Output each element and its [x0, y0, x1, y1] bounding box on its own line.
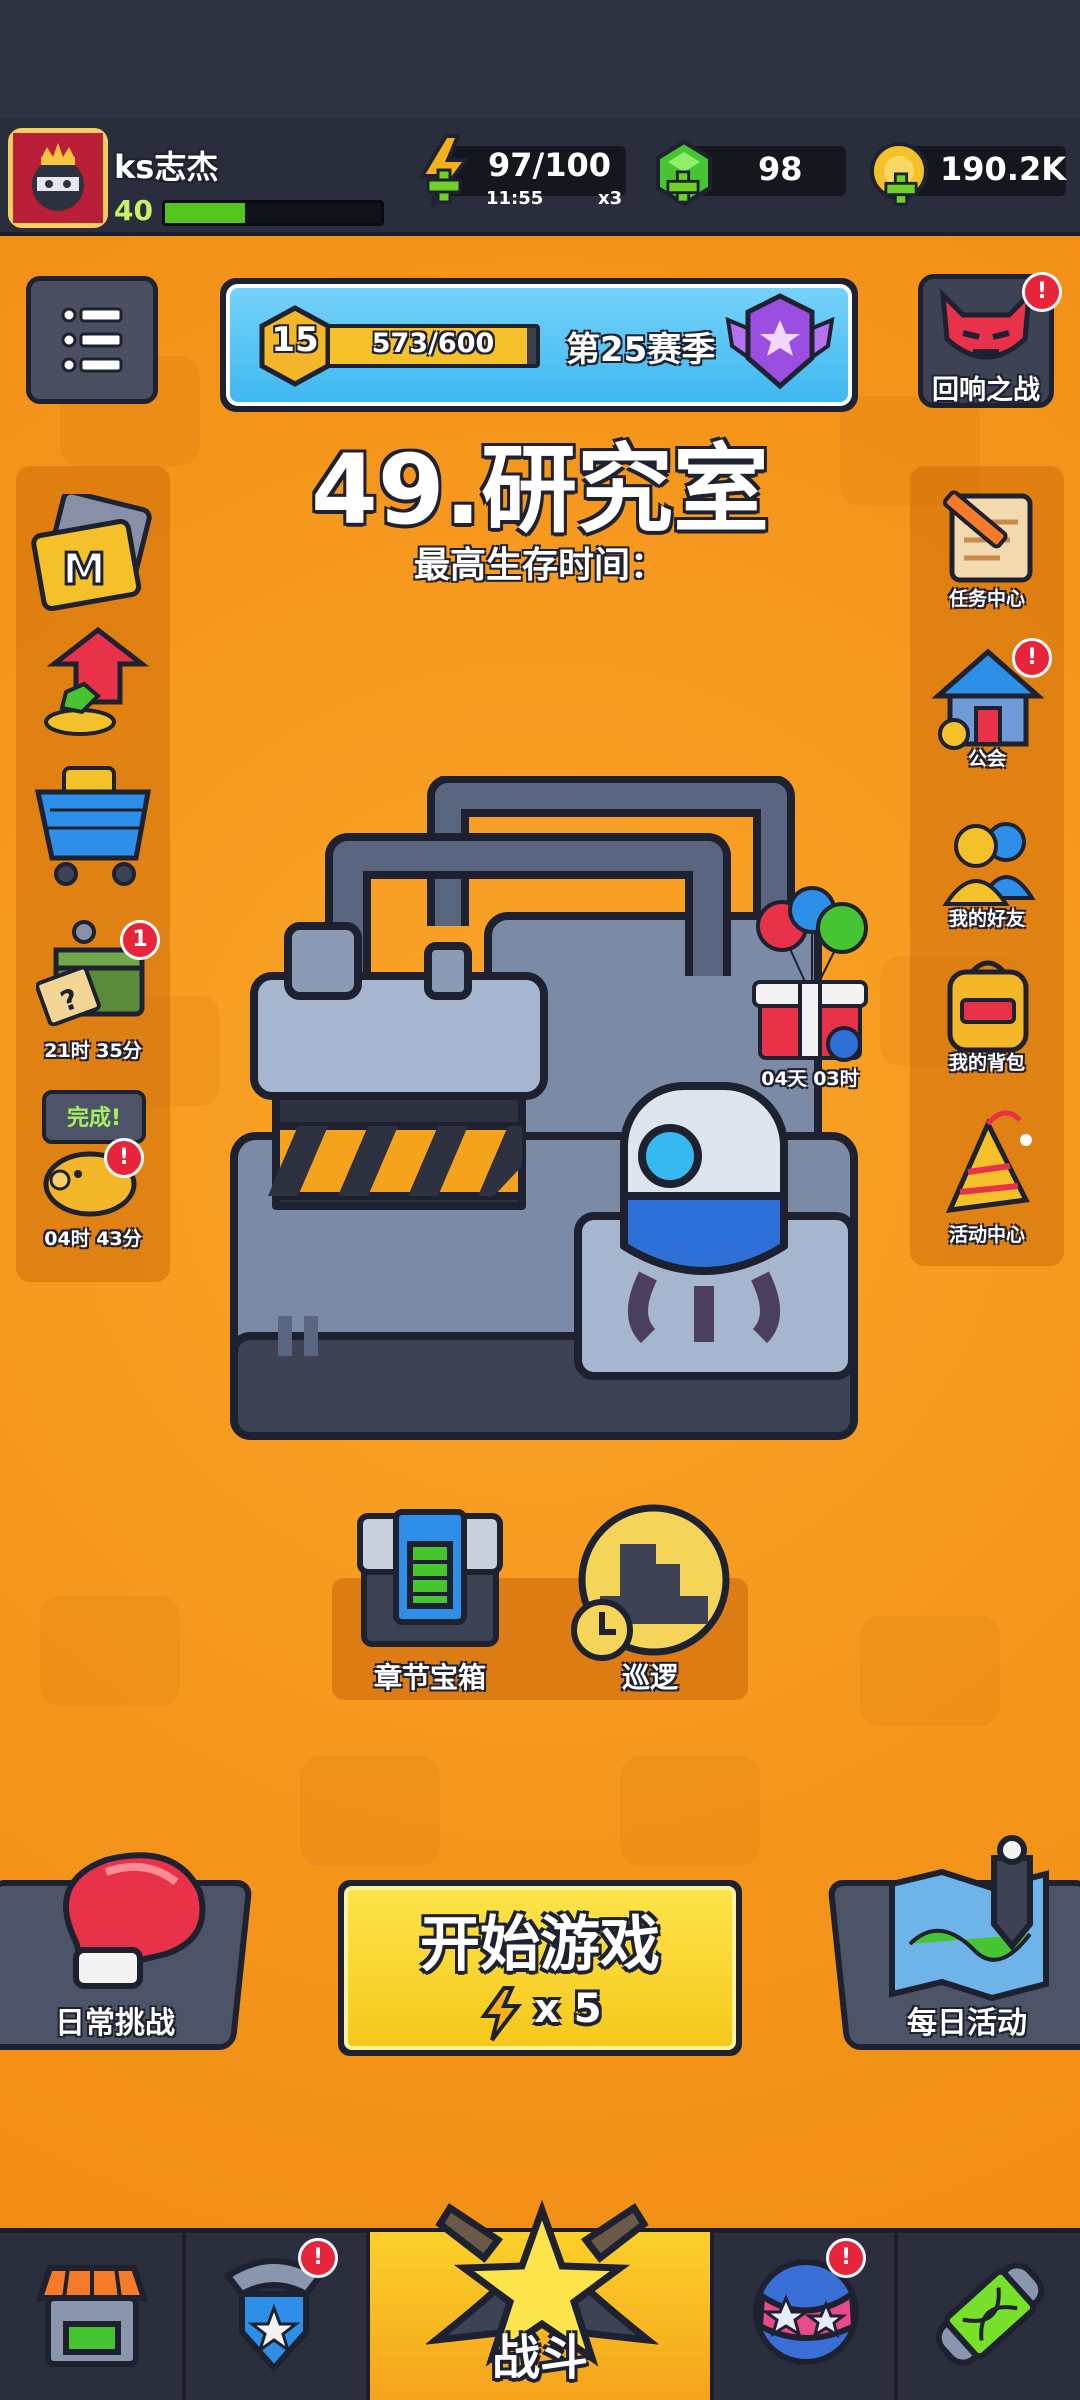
right-item-label-friends: 我的好友	[948, 908, 1025, 930]
xp-bar	[162, 200, 384, 226]
avatar-character-icon	[13, 133, 103, 223]
menu-icon	[61, 307, 123, 373]
nav-separator	[182, 2232, 186, 2400]
energy-multiplier: x3	[598, 188, 623, 209]
nav-battle-label: 战斗	[491, 2330, 588, 2386]
right-item-label-tasks: 任务中心	[948, 588, 1025, 610]
boxing-glove-icon	[63, 1852, 206, 1989]
gift-balloons-icon[interactable]	[746, 884, 878, 1064]
daily-challenge-label: 日常挑战	[55, 2006, 175, 2041]
orb-alert-badge: !	[826, 2238, 866, 2278]
treasure-map-icon	[889, 1835, 1049, 2002]
player-level: 40	[114, 194, 153, 227]
guild-alert-badge: !	[1012, 638, 1052, 678]
season-badge-icon	[725, 293, 835, 390]
energy-value: 97/100	[488, 146, 612, 184]
energy-plus-icon[interactable]	[426, 168, 462, 204]
friends-icon[interactable]	[934, 812, 1042, 908]
gems-plus-icon[interactable]	[666, 170, 700, 204]
menu-button[interactable]	[26, 276, 158, 404]
coins-plus-icon[interactable]	[884, 172, 918, 206]
coins-value: 190.2K	[940, 150, 1067, 188]
patrol-label: 巡逻	[621, 1661, 678, 1694]
right-item-label-guild: 公会	[967, 748, 1006, 770]
echo-battle-alert-badge: !	[1022, 272, 1062, 312]
avatar[interactable]	[8, 128, 108, 228]
start-game-label: 开始游戏	[420, 1910, 660, 1980]
energy-timer: 11:55	[486, 188, 544, 209]
start-game-cost: x 5	[534, 1986, 602, 2032]
nav-separator	[894, 2232, 898, 2400]
backpack-icon[interactable]	[936, 954, 1040, 1058]
task-scroll-icon[interactable]	[930, 486, 1046, 586]
season-label: 第25赛季	[566, 330, 716, 370]
nav-gene-capsule-icon[interactable]	[926, 2252, 1054, 2376]
energy-cost-bolt-icon	[480, 1986, 523, 2042]
piggy-timer: 04时 43分	[44, 1228, 142, 1250]
piggy-bubble-text: 完成!	[66, 1106, 122, 1131]
daily-activity-label: 每日活动	[907, 2006, 1027, 2041]
shop-cart-icon[interactable]	[30, 762, 158, 892]
nav-separator	[710, 2232, 714, 2400]
right-item-label-backpack: 我的背包	[948, 1052, 1025, 1074]
season-progress-text: 573/600	[371, 328, 495, 359]
crate-timer: 21时 35分	[44, 1040, 142, 1062]
growth-fund-icon[interactable]	[36, 624, 156, 744]
patrol-icon[interactable]	[570, 1504, 736, 1666]
event-party-icon[interactable]	[930, 1100, 1044, 1228]
lab-machine-illustration	[230, 776, 858, 1440]
right-item-label-events: 活动中心	[948, 1224, 1025, 1246]
piggy-alert-badge: !	[104, 1138, 144, 1178]
season-level: 15	[271, 320, 319, 360]
gift-timer: 04天 03时	[761, 1068, 859, 1090]
status-bar	[0, 0, 1080, 118]
nav-shop-icon[interactable]	[30, 2252, 154, 2376]
membership-card-icon[interactable]: M	[30, 494, 156, 612]
talent-alert-badge: !	[298, 2238, 338, 2278]
echo-battle-label: 回响之战	[932, 375, 1040, 406]
crate-count-badge: 1	[120, 920, 160, 960]
gems-value: 98	[758, 150, 803, 188]
svg-text:M: M	[62, 544, 106, 595]
chapter-chest-label: 章节宝箱	[373, 1661, 486, 1694]
chapter-chest-icon[interactable]	[354, 1508, 506, 1650]
player-name: ks志杰	[114, 148, 219, 186]
xp-bar-fill	[165, 203, 245, 223]
